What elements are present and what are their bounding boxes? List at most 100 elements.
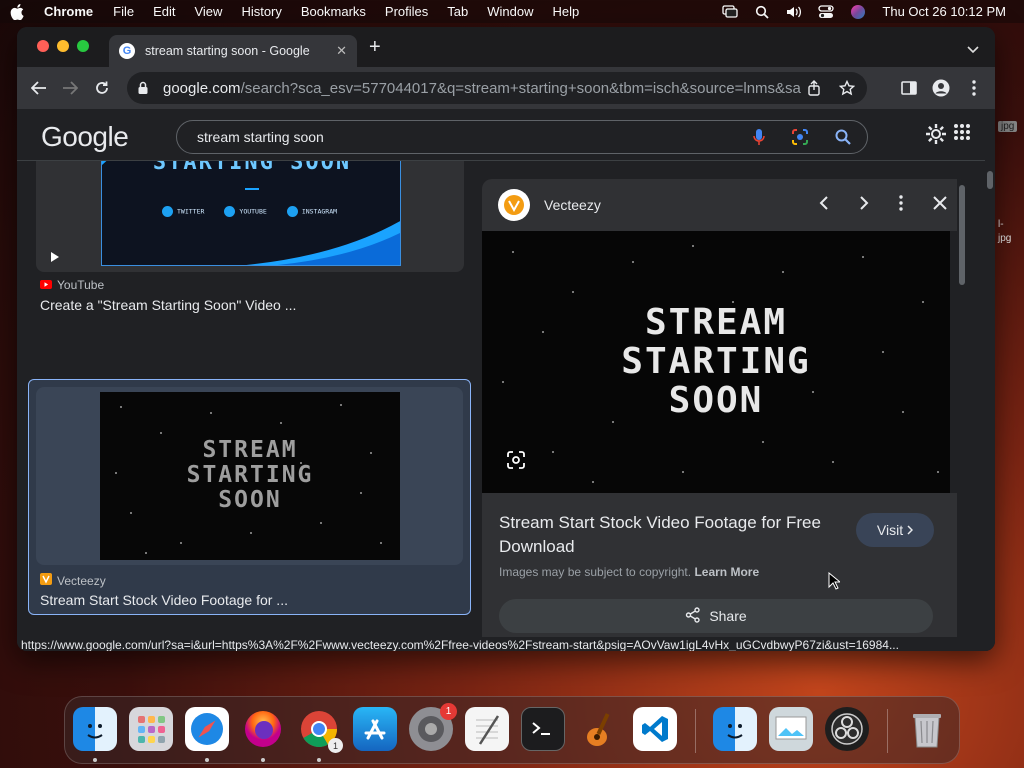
visit-chevron-icon — [907, 522, 914, 538]
search-box[interactable]: stream starting soon — [176, 120, 868, 154]
menu-history[interactable]: History — [241, 4, 281, 19]
youtube-icon — [224, 206, 236, 217]
menubar-clock[interactable]: Thu Oct 26 10:12 PM — [882, 4, 1006, 19]
app-store-icon[interactable] — [353, 707, 397, 751]
copyright-notice: Images may be subject to copyright. Lear… — [499, 565, 759, 579]
menu-file[interactable]: File — [113, 4, 134, 19]
preview-line-2: STARTING — [621, 341, 811, 382]
more-options-icon[interactable] — [899, 195, 903, 216]
settings-gear-icon[interactable] — [925, 123, 947, 150]
preview-title[interactable]: Stream Start Stock Video Footage for Fre… — [499, 511, 839, 559]
result-title[interactable]: Stream Start Stock Video Footage for ... — [40, 592, 288, 608]
next-chevron-icon[interactable] — [859, 195, 869, 216]
forward-arrow-icon[interactable] — [60, 78, 80, 98]
zoom-window-button[interactable] — [77, 40, 89, 52]
finder-2-icon[interactable] — [713, 707, 757, 751]
share-label: Share — [709, 608, 747, 624]
search-submit-icon[interactable] — [835, 129, 851, 148]
vecteezy-site-logo-icon[interactable] — [498, 189, 530, 221]
preview-scrollbar[interactable] — [957, 179, 967, 651]
share-page-icon[interactable] — [807, 80, 821, 100]
menu-view[interactable]: View — [194, 4, 222, 19]
close-preview-icon[interactable] — [933, 196, 947, 215]
textedit-icon[interactable] — [465, 707, 509, 751]
menu-help[interactable]: Help — [553, 4, 580, 19]
tab-strip: G stream starting soon - Google ✕ + — [17, 27, 995, 67]
menu-bar: Chrome File Edit View History Bookmarks … — [0, 0, 1024, 23]
finder-icon[interactable] — [73, 707, 117, 751]
desktop-file-label[interactable]: jpg — [998, 121, 1018, 132]
tab-google-search[interactable]: G stream starting soon - Google ✕ — [109, 35, 357, 67]
google-apps-grid-icon[interactable] — [953, 123, 971, 150]
share-button[interactable]: Share — [499, 599, 933, 633]
preview-line-3: SOON — [668, 380, 764, 421]
desktop-file-label[interactable]: l- — [998, 219, 1004, 230]
minimize-window-button[interactable] — [57, 40, 69, 52]
thumb-line-3: SOON — [218, 487, 282, 513]
site-info-icon[interactable] — [137, 81, 153, 95]
google-lens-icon[interactable] — [506, 450, 526, 475]
voice-search-mic-icon[interactable] — [753, 128, 765, 149]
menu-tab[interactable]: Tab — [447, 4, 468, 19]
preview-icon[interactable] — [769, 707, 813, 751]
running-indicator — [205, 758, 209, 762]
result-source-name: YouTube — [57, 278, 105, 292]
youtube-logo-icon — [40, 278, 52, 292]
terminal-icon[interactable] — [521, 707, 565, 751]
siri-icon[interactable] — [850, 4, 866, 19]
bookmark-star-icon[interactable] — [838, 79, 856, 100]
side-panel-icon[interactable] — [899, 78, 919, 98]
address-bar[interactable]: google.com /search?sca_esv=577044017&q=s… — [127, 72, 867, 104]
twitter-label: TWITTER — [162, 206, 204, 217]
volume-icon[interactable] — [786, 5, 802, 19]
browser-window: G stream starting soon - Google ✕ + goog… — [17, 27, 995, 651]
launchpad-icon[interactable] — [129, 707, 173, 751]
preview-details: Stream Start Stock Video Footage for Fre… — [482, 493, 967, 651]
menu-profiles[interactable]: Profiles — [385, 4, 428, 19]
browser-menu-icon[interactable] — [964, 78, 984, 98]
result-thumbnail[interactable]: STREAM STARTING SOON — [36, 387, 463, 565]
preview-site-name[interactable]: Vecteezy — [544, 197, 601, 213]
profile-avatar-icon[interactable] — [931, 78, 951, 98]
search-query[interactable]: stream starting soon — [197, 129, 324, 145]
preview-image[interactable]: STREAM STARTING SOON — [482, 231, 950, 493]
share-icon — [685, 606, 701, 626]
chrome-icon[interactable]: 1 — [297, 707, 343, 753]
visit-button[interactable]: Visit — [856, 513, 934, 547]
new-tab-button[interactable]: + — [369, 37, 381, 57]
image-preview-panel: Vecteezy STREAM STARTING SOON Stream Sta… — [482, 179, 967, 651]
firefox-icon[interactable] — [241, 707, 285, 751]
safari-icon[interactable] — [185, 707, 229, 751]
screen-mirroring-icon[interactable] — [722, 5, 739, 19]
obs-icon[interactable] — [825, 707, 869, 751]
settings-notification-badge: 1 — [440, 703, 457, 720]
previous-chevron-icon[interactable] — [819, 195, 829, 216]
page-scrollbar[interactable] — [985, 161, 995, 651]
menu-window[interactable]: Window — [487, 4, 533, 19]
system-settings-icon[interactable]: 1 — [409, 703, 457, 751]
vscode-icon[interactable] — [633, 707, 677, 751]
control-center-icon[interactable] — [818, 4, 835, 19]
desktop-file-label[interactable]: jpg — [998, 233, 1011, 244]
tab-close-icon[interactable]: ✕ — [336, 43, 347, 59]
apple-icon[interactable] — [10, 3, 26, 20]
tab-search-chevron-icon[interactable] — [967, 41, 979, 59]
spotlight-search-icon[interactable] — [754, 5, 770, 19]
trash-icon[interactable] — [905, 707, 949, 751]
google-logo[interactable]: Google — [41, 121, 129, 153]
image-result-vecteezy-selected[interactable]: STREAM STARTING SOON Vecteezy Stream Sta… — [28, 379, 471, 615]
garageband-icon[interactable] — [577, 707, 621, 751]
thumb-line-2: STARTING — [186, 462, 314, 488]
url-host: google.com — [163, 79, 241, 97]
twitter-icon — [162, 206, 173, 217]
result-title[interactable]: Create a "Stream Starting Soon" Video ..… — [40, 297, 296, 313]
result-source: Vecteezy — [40, 573, 106, 588]
menu-app-name[interactable]: Chrome — [44, 4, 93, 19]
menu-edit[interactable]: Edit — [153, 4, 175, 19]
back-arrow-icon[interactable] — [29, 78, 49, 98]
close-window-button[interactable] — [37, 40, 49, 52]
reload-icon[interactable] — [92, 78, 112, 98]
menu-bookmarks[interactable]: Bookmarks — [301, 4, 366, 19]
google-lens-search-icon[interactable] — [791, 128, 809, 149]
learn-more-link[interactable]: Learn More — [694, 565, 759, 579]
